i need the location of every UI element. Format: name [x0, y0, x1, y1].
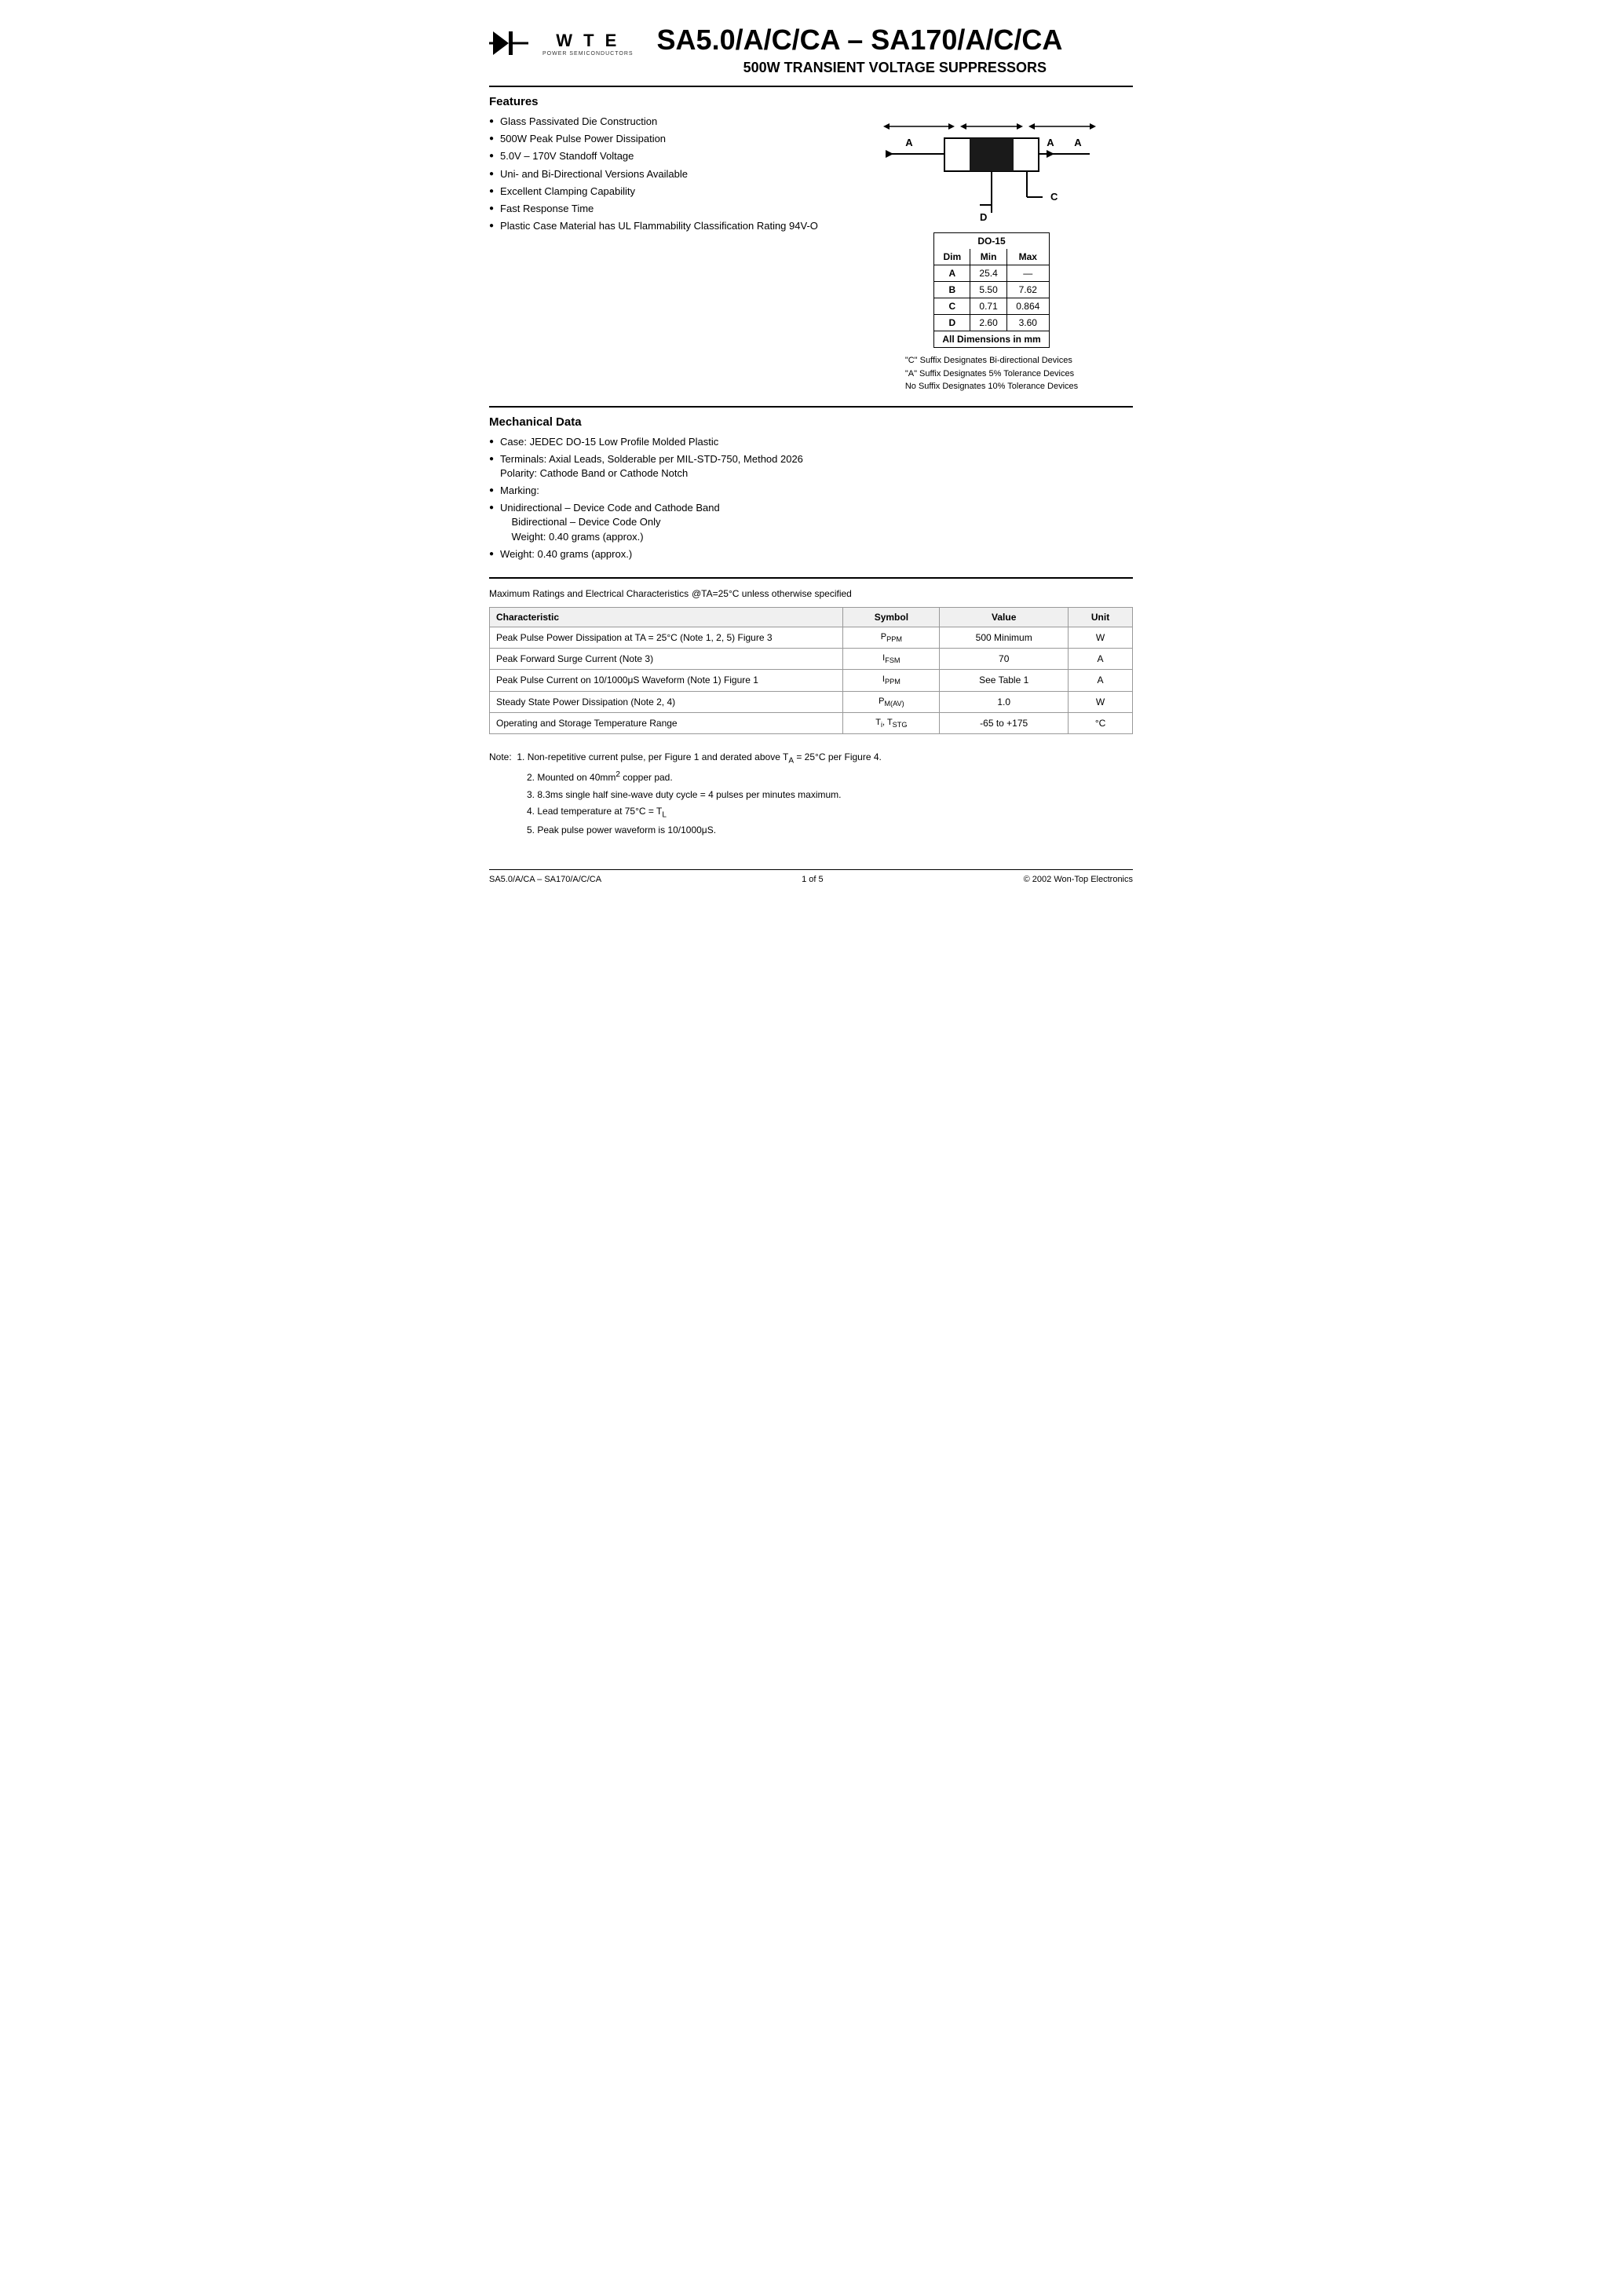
value-col-header: Value: [940, 608, 1069, 627]
svg-text:D: D: [980, 211, 987, 223]
footer-center: 1 of 5: [802, 875, 824, 884]
svg-text:C: C: [1050, 191, 1058, 203]
table-row: B 5.50 7.62: [934, 282, 1049, 298]
logo-wte-label: W T E: [556, 31, 619, 51]
table-row: Operating and Storage Temperature Range …: [490, 712, 1133, 733]
unit-col-header: Unit: [1069, 608, 1133, 627]
list-item: 5.0V – 170V Standoff Voltage: [489, 149, 835, 163]
mechanical-divider: [489, 406, 1133, 408]
ratings-table: Characteristic Symbol Value Unit Peak Pu…: [489, 607, 1133, 734]
svg-text:A: A: [1047, 137, 1054, 148]
diode-diagram: A B A A C D: [882, 103, 1101, 225]
main-title: SA5.0/A/C/CA – SA170/A/C/CA: [657, 24, 1133, 57]
ratings-section: Maximum Ratings and Electrical Character…: [489, 587, 1133, 734]
mechanical-left: Mechanical Data Case: JEDEC DO-15 Low Pr…: [489, 415, 835, 565]
mechanical-right: [850, 415, 1133, 565]
mechanical-list: Case: JEDEC DO-15 Low Profile Molded Pla…: [489, 435, 835, 562]
list-item: 500W Peak Pulse Power Dissipation: [489, 132, 835, 146]
features-list: Glass Passivated Die Construction 500W P…: [489, 115, 835, 233]
dim-table-title: DO-15: [934, 233, 1049, 250]
symbol-cell: Ti, TSTG: [843, 712, 940, 733]
note-intro: Note: 1. Non-repetitive current pulse, p…: [489, 750, 1133, 767]
list-item: Weight: 0.40 grams (approx.): [489, 547, 835, 561]
dimension-table: DO-15 Dim Min Max A 25.4 — B 5.50 7.62: [933, 232, 1049, 348]
logo-sub-label: POWER SEMICONDUCTORS: [542, 51, 634, 57]
footer-left: SA5.0/A/CA – SA170/A/C/CA: [489, 875, 601, 884]
note-2: 2. Mounted on 40mm2 copper pad.: [527, 769, 1133, 785]
features-title: Features: [489, 95, 835, 108]
title-area: SA5.0/A/C/CA – SA170/A/C/CA 500W TRANSIE…: [657, 24, 1133, 76]
dim-col-header: Dim: [934, 249, 970, 265]
list-item: Uni- and Bi-Directional Versions Availab…: [489, 167, 835, 181]
footer-right: © 2002 Won-Top Electronics: [1024, 875, 1133, 884]
suffix-note-3: No Suffix Designates 10% Tolerance Devic…: [905, 380, 1078, 393]
note-5: 5. Peak pulse power waveform is 10/1000μ…: [527, 823, 1133, 838]
list-item: Terminals: Axial Leads, Solderable per M…: [489, 452, 835, 481]
symbol-cell: IPPM: [843, 670, 940, 691]
char-col-header: Characteristic: [490, 608, 843, 627]
table-row-footer: All Dimensions in mm: [934, 331, 1049, 348]
mechanical-section: Mechanical Data Case: JEDEC DO-15 Low Pr…: [489, 415, 1133, 565]
note-3: 3. 8.3ms single half sine-wave duty cycl…: [527, 788, 1133, 803]
table-row: Peak Pulse Power Dissipation at TA = 25°…: [490, 627, 1133, 649]
svg-text:A: A: [1074, 137, 1082, 148]
list-item: Excellent Clamping Capability: [489, 185, 835, 199]
logo-area: W T E POWER SEMICONDUCTORS: [489, 24, 634, 63]
table-row: C 0.71 0.864: [934, 298, 1049, 315]
table-row: Steady State Power Dissipation (Note 2, …: [490, 691, 1133, 712]
page-footer: SA5.0/A/CA – SA170/A/C/CA 1 of 5 © 2002 …: [489, 869, 1133, 884]
symbol-cell: IFSM: [843, 649, 940, 670]
table-row: A 25.4 —: [934, 265, 1049, 282]
min-col-header: Min: [970, 249, 1007, 265]
ratings-title: Maximum Ratings and Electrical Character…: [489, 587, 1133, 599]
note-4: 4. Lead temperature at 75°C = TL: [527, 804, 1133, 821]
sub-title: 500W TRANSIENT VOLTAGE SUPPRESSORS: [657, 60, 1133, 76]
features-section: Features Glass Passivated Die Constructi…: [489, 95, 1133, 393]
symbol-col-header: Symbol: [843, 608, 940, 627]
suffix-note-2: "A" Suffix Designates 5% Tolerance Devic…: [905, 367, 1078, 381]
suffix-notes: "C" Suffix Designates Bi-directional Dev…: [905, 354, 1078, 393]
table-row: Peak Pulse Current on 10/1000μS Waveform…: [490, 670, 1133, 691]
notes-section: Note: 1. Non-repetitive current pulse, p…: [489, 750, 1133, 838]
suffix-note-1: "C" Suffix Designates Bi-directional Dev…: [905, 354, 1078, 367]
logo-text: W T E POWER SEMICONDUCTORS: [542, 31, 634, 57]
mechanical-title: Mechanical Data: [489, 415, 835, 429]
list-item: Unidirectional – Device Code and Cathode…: [489, 501, 835, 544]
table-row: Peak Forward Surge Current (Note 3) IFSM…: [490, 649, 1133, 670]
list-item: Plastic Case Material has UL Flammabilit…: [489, 219, 835, 233]
list-item: Fast Response Time: [489, 202, 835, 216]
table-row: D 2.60 3.60: [934, 315, 1049, 331]
max-col-header: Max: [1006, 249, 1049, 265]
symbol-cell: PPPM: [843, 627, 940, 649]
logo-icon: [489, 24, 536, 63]
ratings-divider: [489, 577, 1133, 579]
list-item: Marking:: [489, 484, 835, 498]
page-header: W T E POWER SEMICONDUCTORS SA5.0/A/C/CA …: [489, 24, 1133, 76]
features-right: A B A A C D: [850, 95, 1133, 393]
list-item: Glass Passivated Die Construction: [489, 115, 835, 129]
symbol-cell: PM(AV): [843, 691, 940, 712]
features-left: Features Glass Passivated Die Constructi…: [489, 95, 835, 393]
svg-text:A: A: [905, 137, 913, 148]
list-item: Case: JEDEC DO-15 Low Profile Molded Pla…: [489, 435, 835, 449]
header-divider: [489, 86, 1133, 87]
